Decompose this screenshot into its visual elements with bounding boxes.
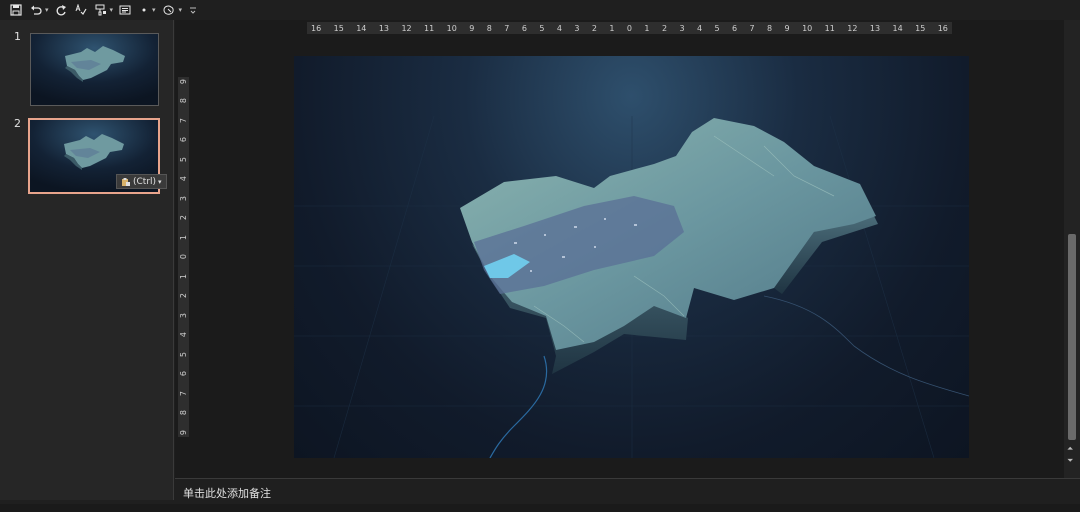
ruler-tick-label: 7 — [178, 117, 188, 124]
clipboard-icon — [122, 177, 130, 186]
ruler-tick-label: 6 — [732, 23, 738, 33]
slide-number-1: 1 — [14, 30, 21, 43]
notes-pane[interactable]: 单击此处添加备注 — [175, 478, 1080, 504]
ruler-tick-label: 1 — [178, 234, 188, 240]
format-dropdown-icon[interactable]: ▾ — [110, 6, 114, 14]
scroll-previous-slide-icon[interactable]: ⏶ — [1067, 444, 1073, 454]
slide-number-2: 2 — [14, 117, 21, 130]
format-painter-icon[interactable] — [93, 2, 109, 18]
ruler-tick-label: 11 — [424, 23, 435, 33]
ruler-tick-label: 3 — [679, 23, 685, 33]
slide-thumbnail-pane[interactable]: 1 2 — [0, 20, 174, 500]
ruler-tick-label: 12 — [401, 23, 412, 33]
chevron-down-icon: ▾ — [158, 177, 162, 186]
ruler-tick-label: 1 — [644, 23, 650, 33]
ruler-tick-label: 4 — [696, 23, 703, 33]
horizontal-ruler: 16 15 14 13 12 11 10 9 8 7 6 5 4 3 2 1 0 1 2 3 4 5 6 7 8 9 10 11 12 1… — [307, 22, 952, 34]
ruler-tick-label: 15 — [333, 23, 344, 33]
slide-canvas[interactable] — [294, 56, 969, 458]
ruler-tick-label: 10 — [802, 23, 813, 33]
paste-options-label: (Ctrl) — [133, 176, 157, 187]
ruler-tick-label: 15 — [915, 23, 926, 33]
slide-layout-icon[interactable] — [117, 2, 133, 18]
notes-placeholder[interactable]: 单击此处添加备注 — [183, 485, 271, 501]
ruler-tick-label: 16 — [937, 23, 948, 33]
ruler-tick-label: 2 — [591, 23, 597, 33]
ruler-tick-label: 1 — [609, 23, 615, 33]
bullet-dropdown-icon[interactable]: ▾ — [152, 6, 156, 14]
save-icon[interactable] — [8, 2, 24, 18]
vertical-scrollbar[interactable]: ⏶ ⏷ — [1064, 20, 1080, 478]
redo-icon[interactable] — [53, 2, 69, 18]
scroll-next-slide-icon[interactable]: ⏷ — [1067, 456, 1073, 466]
ruler-tick-label: 9 — [784, 23, 790, 33]
ruler-tick-label: 8 — [767, 23, 773, 33]
vertical-ruler: 9 8 7 6 5 4 3 2 1 0 1 2 3 4 5 6 7 8 9 — [178, 77, 189, 437]
ruler-tick-label: 9 — [178, 429, 188, 435]
terrain-map-image — [294, 115, 969, 458]
ruler-tick-label: 8 — [486, 23, 492, 33]
ruler-tick-label: 0 — [626, 23, 632, 33]
ruler-tick-label: 1 — [178, 273, 188, 279]
quick-access-toolbar: ▾ ▾ ▾ ▾ — [0, 0, 1080, 20]
ruler-tick-label: 3 — [574, 23, 580, 33]
customize-icon[interactable] — [186, 2, 200, 18]
paste-options-button[interactable]: (Ctrl) ▾ — [116, 174, 167, 189]
ruler-tick-label: 8 — [178, 410, 188, 416]
ruler-tick-label: 7 — [749, 23, 755, 33]
ruler-tick-label: 0 — [178, 254, 188, 260]
ruler-tick-label: 3 — [178, 312, 188, 318]
ruler-tick-label: 14 — [892, 23, 903, 33]
slide-thumbnail-image-1 — [31, 34, 158, 105]
ruler-tick-label: 2 — [661, 23, 668, 33]
ruler-tick-label: 6 — [178, 137, 188, 143]
ruler-tick-label: 5 — [714, 23, 720, 33]
ruler-tick-label: 10 — [446, 23, 457, 33]
ruler-tick-label: 3 — [178, 195, 188, 201]
ruler-tick-label: 6 — [178, 371, 188, 377]
slide-thumbnail-1[interactable] — [30, 33, 159, 106]
ruler-tick-label: 4 — [178, 176, 188, 182]
shape-icon[interactable] — [160, 2, 178, 18]
ruler-tick-label: 6 — [521, 23, 527, 33]
ruler-tick-label: 14 — [356, 23, 367, 33]
ruler-tick-label: 5 — [539, 23, 545, 33]
bullet-icon[interactable] — [137, 2, 151, 18]
undo-icon[interactable] — [28, 2, 44, 18]
ruler-tick-label: 12 — [847, 23, 858, 33]
ruler-tick-label: 7 — [178, 390, 188, 396]
shape-dropdown-icon[interactable]: ▾ — [179, 6, 183, 14]
ruler-tick-label: 4 — [556, 23, 562, 33]
spellcheck-icon[interactable] — [73, 2, 89, 18]
ruler-tick-label: 4 — [178, 332, 188, 338]
ruler-tick-label: 7 — [504, 23, 510, 33]
ruler-tick-label: 13 — [869, 23, 881, 33]
ruler-tick-label: 11 — [824, 23, 835, 33]
undo-dropdown-icon[interactable]: ▾ — [45, 6, 49, 14]
ruler-tick-label: 9 — [178, 79, 188, 85]
ruler-tick-label: 5 — [178, 156, 188, 163]
ruler-tick-label: 9 — [469, 23, 475, 33]
ruler-tick-label: 8 — [178, 98, 188, 104]
scrollbar-thumb[interactable] — [1068, 234, 1076, 440]
status-bar — [0, 504, 1080, 512]
ruler-tick-label: 5 — [178, 351, 188, 357]
ruler-tick-label: 13 — [378, 23, 390, 33]
ruler-tick-label: 16 — [311, 23, 322, 33]
ruler-tick-label: 2 — [178, 293, 188, 299]
ruler-tick-label: 2 — [178, 215, 188, 221]
